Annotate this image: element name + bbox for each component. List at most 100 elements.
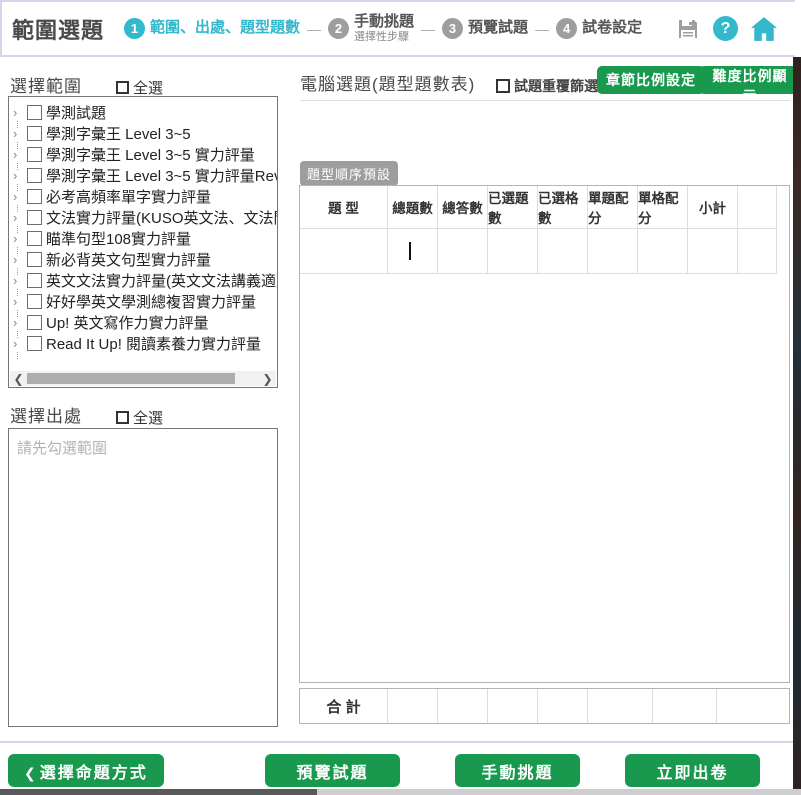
selected-blanks-cell[interactable] (538, 229, 588, 274)
step-4-label: 試卷設定 (582, 20, 642, 37)
empty-cell[interactable] (738, 229, 777, 274)
total-cell (588, 689, 653, 723)
source-list-box[interactable]: 請先勾選範圍 (8, 428, 278, 727)
scroll-right-icon[interactable]: ❯ (259, 372, 276, 386)
chevron-right-icon[interactable]: › (13, 190, 25, 203)
col-header-selected-questions: 已選題數 (488, 186, 538, 229)
chevron-right-icon[interactable]: › (13, 211, 25, 224)
tree-item[interactable]: ›學測字彙王 Level 3~5 實力評量 (13, 144, 277, 165)
step-4-paper-settings[interactable]: 4 試卷設定 (556, 18, 642, 39)
tree-checkbox[interactable] (27, 147, 42, 162)
tree-item-label: 文法實力評量(KUSO英文法、文法開麥拉 (46, 207, 278, 228)
tree-checkbox[interactable] (27, 231, 42, 246)
tree-item[interactable]: ›學測字彙王 Level 3~5 (13, 123, 277, 144)
scroll-left-icon[interactable]: ❮ (10, 372, 27, 386)
tree-item[interactable]: ›必考高頻率單字實力評量 (13, 186, 277, 207)
type-cell[interactable] (300, 229, 388, 274)
manual-pick-button[interactable]: 手動挑題 (455, 754, 580, 787)
help-icon[interactable]: ? (713, 16, 738, 41)
tree-item-label: Up! 英文寫作力實力評量 (46, 312, 209, 333)
col-header-subtotal: 小計 (688, 186, 738, 229)
tree-item[interactable]: ›英文文法實力評量(英文文法講義適用) (13, 270, 277, 291)
col-header-points-per-blank: 單格配分 (638, 186, 688, 229)
tree-checkbox[interactable] (27, 126, 42, 141)
computer-pick-title: 電腦選題(題型題數表) (300, 70, 475, 95)
col-header-type: 題 型 (300, 186, 388, 229)
tree-item-label: 學測試題 (46, 102, 106, 123)
chevron-right-icon[interactable]: › (13, 232, 25, 245)
chevron-right-icon[interactable]: › (13, 148, 25, 161)
back-to-method-button[interactable]: ❮選擇命題方式 (8, 754, 164, 787)
step-1-range[interactable]: 1 範圍、出處、題型題數 (124, 18, 300, 39)
total-cell (488, 689, 538, 723)
total-questions-cell[interactable] (388, 229, 438, 274)
save-icon[interactable] (676, 17, 700, 41)
tree-checkbox[interactable] (27, 168, 42, 183)
tree-checkbox[interactable] (27, 105, 42, 120)
source-placeholder-text: 請先勾選範圍 (9, 429, 277, 458)
tree-item[interactable]: › 瞄準句型108實力評量 (13, 228, 277, 249)
points-per-blank-cell[interactable] (638, 229, 688, 274)
difficulty-ratio-button[interactable]: 難度比例顯示 (699, 66, 801, 94)
tree-checkbox[interactable] (27, 252, 42, 267)
export-paper-button[interactable]: 立即出卷 (625, 754, 760, 787)
source-select-all-label: 全選 (133, 407, 163, 428)
range-select-all[interactable]: 全選 (116, 77, 163, 98)
total-cell (438, 689, 488, 723)
tree-item-label: Read It Up! 閱讀素養力實力評量 (46, 333, 261, 354)
chevron-right-icon[interactable]: › (13, 169, 25, 182)
duplicate-filter[interactable]: 試題重覆篩選 (496, 76, 598, 96)
tree-item[interactable]: › 文法實力評量(KUSO英文法、文法開麥拉 (13, 207, 277, 228)
tree-item[interactable]: › Read It Up! 閱讀素養力實力評量 (13, 333, 277, 354)
tree-item-label: 瞄準句型108實力評量 (46, 228, 191, 249)
bottom-scrollbar-thumb[interactable] (0, 789, 317, 795)
chapter-ratio-button[interactable]: 章節比例設定 (597, 66, 705, 94)
chevron-right-icon[interactable]: › (13, 106, 25, 119)
scrollbar-thumb[interactable] (27, 373, 235, 384)
range-section-label: 選擇範圍 (10, 72, 82, 97)
range-select-all-checkbox[interactable] (116, 81, 129, 94)
chevron-right-icon[interactable]: › (13, 316, 25, 329)
preview-questions-button[interactable]: 預覽試題 (265, 754, 400, 787)
tree-item[interactable]: ›學測字彙王 Level 3~5 實力評量Review (13, 165, 277, 186)
tree-item[interactable]: › 好好學英文學測總複習實力評量 (13, 291, 277, 312)
total-answers-cell[interactable] (438, 229, 488, 274)
source-select-all[interactable]: 全選 (116, 407, 163, 428)
top-header: 範圍選題 1 範圍、出處、題型題數 — 2 手動挑題 選擇性步驟 — 3 預覽試… (0, 0, 795, 57)
question-order-badge[interactable]: 題型順序預設 (300, 161, 398, 186)
horizontal-scrollbar[interactable]: ❮ ❯ (10, 371, 276, 386)
total-cell (717, 689, 790, 723)
tree-checkbox[interactable] (27, 336, 42, 351)
tree-item[interactable]: ›新必背英文句型實力評量 (13, 249, 277, 270)
duplicate-filter-checkbox[interactable] (496, 79, 510, 93)
step-2-manual-pick[interactable]: 2 手動挑題 選擇性步驟 (328, 14, 414, 43)
source-select-all-checkbox[interactable] (116, 411, 129, 424)
chevron-right-icon[interactable]: › (13, 295, 25, 308)
bottom-scrollbar[interactable] (0, 789, 801, 795)
tree-checkbox[interactable] (27, 294, 42, 309)
chevron-right-icon[interactable]: › (13, 127, 25, 140)
tree-item[interactable]: › 學測試題 (13, 102, 277, 123)
points-per-question-cell[interactable] (588, 229, 638, 274)
tree-checkbox[interactable] (27, 210, 42, 225)
step-4-number: 4 (556, 18, 577, 39)
range-tree: › 學測試題 ›學測字彙王 Level 3~5 ›學測字彙王 Level 3~5 … (9, 97, 277, 354)
chevron-right-icon[interactable]: › (13, 253, 25, 266)
col-header-total-answers: 總答數 (438, 186, 488, 229)
total-row: 合 計 (299, 688, 790, 724)
step-3-preview[interactable]: 3 預覽試題 (442, 18, 528, 39)
chevron-right-icon[interactable]: › (13, 337, 25, 350)
col-header-total-questions: 總題數 (388, 186, 438, 229)
tree-checkbox[interactable] (27, 315, 42, 330)
subtotal-cell[interactable] (688, 229, 738, 274)
tree-checkbox[interactable] (27, 189, 42, 204)
selected-questions-cell[interactable] (488, 229, 538, 274)
home-icon[interactable] (751, 17, 777, 41)
total-cell (653, 689, 717, 723)
tree-checkbox[interactable] (27, 273, 42, 288)
chevron-right-icon[interactable]: › (13, 274, 25, 287)
step-2-label: 手動挑題 (354, 14, 414, 31)
tree-item-label: 好好學英文學測總複習實力評量 (46, 291, 256, 312)
tree-item[interactable]: › Up! 英文寫作力實力評量 (13, 312, 277, 333)
step-2-subtitle: 選擇性步驟 (354, 31, 414, 43)
